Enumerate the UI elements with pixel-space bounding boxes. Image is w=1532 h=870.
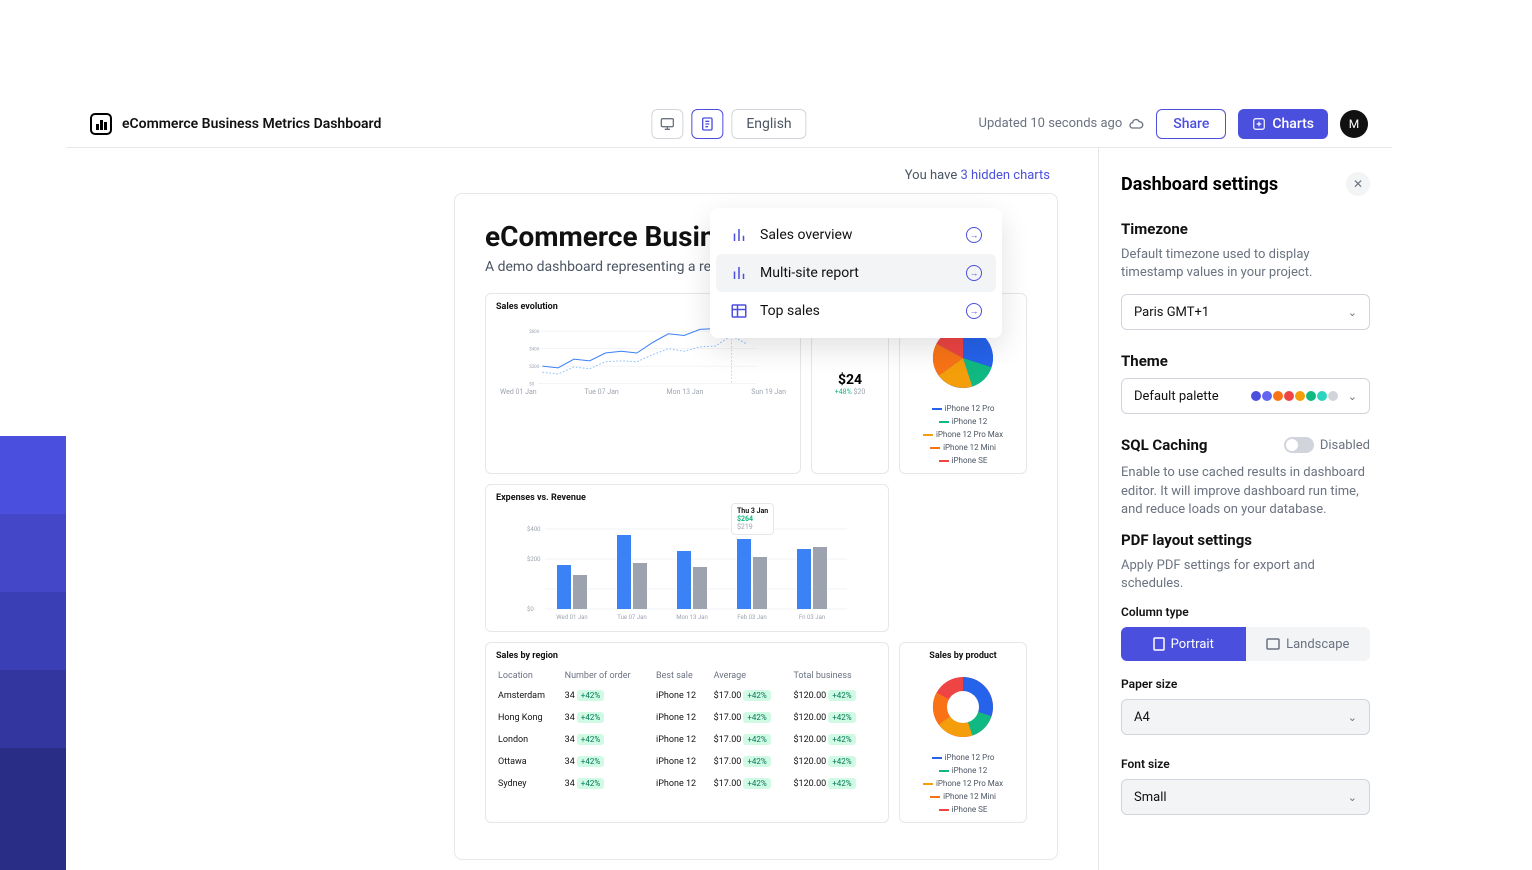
svg-text:$0: $0 [527, 606, 534, 613]
theme-select[interactable]: Default palette ⌄ [1121, 378, 1370, 414]
timezone-title: Timezone [1121, 220, 1370, 238]
sql-caching-toggle[interactable] [1284, 437, 1314, 453]
landscape-button[interactable]: Landscape [1246, 627, 1371, 661]
arrow-right-icon [966, 227, 982, 243]
svg-text:$0: $0 [529, 381, 534, 387]
svg-text:Feb 03 Jan: Feb 03 Jan [737, 614, 766, 619]
palette-swatch [1251, 391, 1338, 401]
view-desktop-button[interactable] [651, 109, 683, 139]
theme-title: Theme [1121, 352, 1370, 370]
region-table: LocationNumber of orderBest saleAverageT… [496, 667, 878, 795]
chart-sales-product-donut[interactable]: Sales by product iPhone 12 Pro iPhone 12… [899, 642, 1027, 823]
hidden-charts-notice: You have 3 hidden charts [454, 168, 1058, 183]
column-type-segment: Portrait Landscape [1121, 627, 1370, 661]
timezone-select[interactable]: Paris GMT+1⌄ [1121, 294, 1370, 330]
document-title[interactable]: eCommerce Business Metrics Dashboard [122, 116, 381, 132]
language-select[interactable]: English [731, 109, 806, 139]
popover-item[interactable]: Multi-site report [716, 254, 996, 292]
cloud-icon [1128, 116, 1144, 132]
decor-stripe [0, 592, 66, 670]
table-row[interactable]: Amsterdam34+42%iPhone 12$17.00+42%$120.0… [496, 685, 878, 707]
popover-item[interactable]: Sales overview [710, 216, 1002, 254]
settings-title: Dashboard settings [1121, 174, 1278, 195]
bar-chart-icon: $400 $200 $0 Wed 01 Jan Tue 07 Jan Mon 13 Ja… [496, 509, 878, 619]
svg-text:$600: $600 [529, 329, 539, 335]
portrait-icon [1153, 637, 1165, 651]
paper-size-label: Paper size [1121, 677, 1370, 691]
decor-stripe [0, 436, 66, 514]
decor-stripe [0, 748, 66, 870]
table-row[interactable]: Hong Kong34+42%iPhone 12$17.00+42%$120.0… [496, 707, 878, 729]
app-logo[interactable] [90, 113, 112, 135]
svg-text:$200: $200 [527, 556, 541, 563]
view-document-button[interactable] [691, 109, 723, 139]
portrait-button[interactable]: Portrait [1121, 627, 1246, 661]
decor-stripe [0, 514, 66, 592]
sql-title: SQL Caching [1121, 436, 1207, 454]
popover-item[interactable]: Top sales [710, 292, 1002, 330]
plus-icon [1252, 117, 1266, 131]
svg-text:$400: $400 [527, 526, 541, 533]
table-row[interactable]: London34+42%iPhone 12$17.00+42%$120.00+4… [496, 729, 878, 751]
svg-text:$400: $400 [529, 346, 539, 352]
charts-button[interactable]: Charts [1238, 109, 1328, 139]
timezone-desc: Default timezone used to display timesta… [1121, 246, 1370, 282]
settings-panel: Dashboard settings ✕ Timezone Default ti… [1098, 148, 1392, 870]
table-row[interactable]: Ottawa34+42%iPhone 12$17.00+42%$120.00+4… [496, 751, 878, 773]
svg-text:Tue 07 Jan: Tue 07 Jan [617, 614, 646, 619]
pdf-desc: Apply PDF settings for export and schedu… [1121, 557, 1370, 593]
landscape-icon [1266, 638, 1280, 650]
updated-status: Updated 10 seconds ago [979, 116, 1145, 132]
chart-expenses-revenue[interactable]: Expenses vs. Revenue $400$200$0 Wed 01 J… [485, 484, 889, 632]
decor-stripe [0, 670, 66, 748]
share-button[interactable]: Share [1156, 109, 1226, 139]
sql-state: Disabled [1320, 438, 1370, 453]
topbar: eCommerce Business Metrics Dashboard Eng… [66, 100, 1392, 148]
arrow-right-icon [966, 265, 982, 281]
svg-text:$200: $200 [529, 364, 539, 370]
svg-text:Fri 03 Jan: Fri 03 Jan [799, 614, 825, 619]
chart-sales-region[interactable]: Sales by region LocationNumber of orderB… [485, 642, 889, 823]
donut-chart-icon [923, 667, 1003, 747]
donut-legend: iPhone 12 Pro iPhone 12 iPhone 12 Pro Ma… [910, 753, 1016, 814]
arrow-right-icon [966, 303, 982, 319]
user-avatar[interactable]: M [1340, 110, 1368, 138]
pie-legend: iPhone 12 Pro iPhone 12 iPhone 12 Pro Ma… [910, 404, 1016, 465]
paper-size-select[interactable]: A4⌄ [1121, 699, 1370, 735]
svg-text:Wed 01 Jan: Wed 01 Jan [556, 614, 587, 619]
svg-text:Mon 13 Jan: Mon 13 Jan [676, 614, 708, 619]
hidden-charts-popover: Sales overviewMulti-site reportTop sales [710, 208, 1002, 338]
column-type-label: Column type [1121, 605, 1370, 619]
close-button[interactable]: ✕ [1346, 172, 1370, 196]
hidden-charts-link[interactable]: 3 hidden charts [960, 168, 1050, 183]
font-size-select[interactable]: Small⌄ [1121, 779, 1370, 815]
font-size-label: Font size [1121, 757, 1370, 771]
table-row[interactable]: Sydney34+42%iPhone 12$17.00+42%$120.00+4… [496, 773, 878, 795]
pdf-title: PDF layout settings [1121, 531, 1370, 549]
sql-desc: Enable to use cached results in dashboar… [1121, 464, 1370, 519]
